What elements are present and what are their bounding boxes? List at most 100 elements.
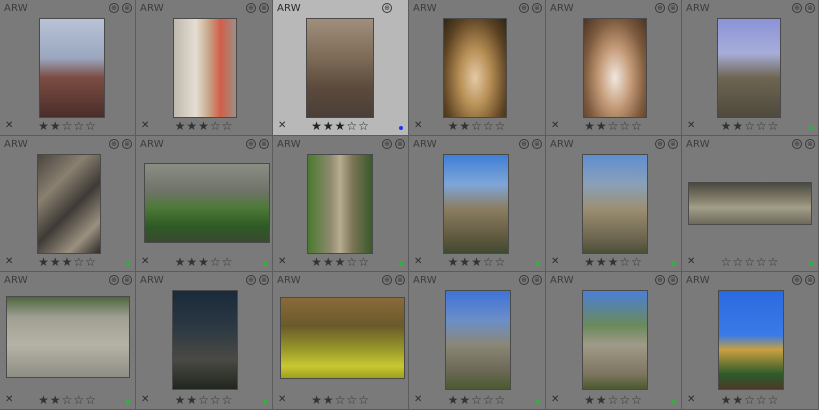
group-icon[interactable]: ⊕ bbox=[246, 275, 256, 285]
star-empty-icon[interactable]: ☆ bbox=[210, 120, 222, 132]
star-filled-icon[interactable]: ★ bbox=[38, 256, 50, 268]
star-filled-icon[interactable]: ★ bbox=[38, 120, 50, 132]
thumbnail-cell[interactable]: ARW ⊕ ⊗ ✕ ★★☆☆☆ bbox=[0, 272, 136, 410]
group-icon[interactable]: ⊕ bbox=[382, 139, 392, 149]
altered-icon[interactable]: ⊗ bbox=[395, 275, 405, 285]
group-icon[interactable]: ⊕ bbox=[519, 139, 529, 149]
star-filled-icon[interactable]: ★ bbox=[175, 394, 187, 406]
star-filled-icon[interactable]: ★ bbox=[38, 394, 50, 406]
star-filled-icon[interactable]: ★ bbox=[323, 120, 335, 132]
star-filled-icon[interactable]: ★ bbox=[335, 120, 347, 132]
star-filled-icon[interactable]: ★ bbox=[186, 256, 198, 268]
thumbnail-cell[interactable]: ARW ⊕ ⊗ ✕ ★★☆☆☆ bbox=[682, 0, 819, 136]
group-icon[interactable]: ⊕ bbox=[792, 139, 802, 149]
star-empty-icon[interactable]: ☆ bbox=[85, 394, 97, 406]
star-empty-icon[interactable]: ☆ bbox=[346, 120, 358, 132]
star-empty-icon[interactable]: ☆ bbox=[210, 256, 222, 268]
star-empty-icon[interactable]: ☆ bbox=[335, 394, 347, 406]
altered-icon[interactable]: ⊗ bbox=[122, 3, 132, 13]
image-thumbnail[interactable] bbox=[37, 154, 101, 254]
group-icon[interactable]: ⊕ bbox=[109, 3, 119, 13]
star-filled-icon[interactable]: ★ bbox=[596, 120, 608, 132]
thumbnail-cell[interactable]: ARW ⊕ ⊗ ✕ ★★★☆☆ bbox=[546, 136, 682, 272]
image-thumbnail[interactable] bbox=[172, 290, 238, 390]
star-filled-icon[interactable]: ★ bbox=[175, 256, 187, 268]
star-rating[interactable]: ★★☆☆☆ bbox=[409, 394, 545, 406]
thumbnail-cell[interactable]: ARW ⊕ ⊗ ✕ ★★★☆☆ bbox=[136, 136, 273, 272]
star-empty-icon[interactable]: ☆ bbox=[619, 394, 631, 406]
altered-icon[interactable]: ⊗ bbox=[395, 139, 405, 149]
star-filled-icon[interactable]: ★ bbox=[584, 394, 596, 406]
star-rating[interactable]: ★★☆☆☆ bbox=[682, 394, 818, 406]
star-rating[interactable]: ★★★☆☆ bbox=[273, 120, 408, 132]
star-rating[interactable]: ★★☆☆☆ bbox=[0, 394, 135, 406]
group-icon[interactable]: ⊕ bbox=[792, 275, 802, 285]
star-empty-icon[interactable]: ☆ bbox=[619, 256, 631, 268]
star-empty-icon[interactable]: ☆ bbox=[222, 256, 234, 268]
star-filled-icon[interactable]: ★ bbox=[198, 120, 210, 132]
star-rating[interactable]: ★★☆☆☆ bbox=[0, 120, 135, 132]
star-empty-icon[interactable]: ☆ bbox=[608, 120, 620, 132]
thumbnail-cell[interactable]: ARW ⊕ ⊗ ✕ ★★☆☆☆ bbox=[409, 0, 546, 136]
group-icon[interactable]: ⊕ bbox=[109, 139, 119, 149]
image-thumbnail[interactable] bbox=[173, 18, 237, 118]
star-empty-icon[interactable]: ☆ bbox=[744, 120, 756, 132]
star-empty-icon[interactable]: ☆ bbox=[483, 394, 495, 406]
group-icon[interactable]: ⊕ bbox=[792, 3, 802, 13]
star-filled-icon[interactable]: ★ bbox=[50, 256, 62, 268]
star-empty-icon[interactable]: ☆ bbox=[744, 256, 756, 268]
star-filled-icon[interactable]: ★ bbox=[608, 256, 620, 268]
star-rating[interactable]: ★★☆☆☆ bbox=[409, 120, 545, 132]
star-empty-icon[interactable]: ☆ bbox=[471, 120, 483, 132]
image-thumbnail[interactable] bbox=[582, 290, 648, 390]
image-thumbnail[interactable] bbox=[688, 182, 812, 225]
star-empty-icon[interactable]: ☆ bbox=[631, 394, 643, 406]
star-filled-icon[interactable]: ★ bbox=[471, 256, 483, 268]
thumbnail-cell[interactable]: ARW ⊕ ⊗ ✕ ★★☆☆☆ bbox=[409, 272, 546, 410]
star-empty-icon[interactable]: ☆ bbox=[62, 120, 74, 132]
group-icon[interactable]: ⊕ bbox=[382, 275, 392, 285]
group-icon[interactable]: ⊕ bbox=[109, 275, 119, 285]
star-filled-icon[interactable]: ★ bbox=[311, 394, 323, 406]
star-empty-icon[interactable]: ☆ bbox=[62, 394, 74, 406]
image-thumbnail[interactable] bbox=[718, 290, 784, 390]
altered-icon[interactable]: ⊗ bbox=[532, 3, 542, 13]
altered-icon[interactable]: ⊗ bbox=[259, 139, 269, 149]
altered-icon[interactable]: ⊗ bbox=[668, 139, 678, 149]
star-filled-icon[interactable]: ★ bbox=[186, 394, 198, 406]
altered-icon[interactable]: ⊗ bbox=[532, 139, 542, 149]
star-filled-icon[interactable]: ★ bbox=[596, 394, 608, 406]
star-filled-icon[interactable]: ★ bbox=[732, 120, 744, 132]
star-empty-icon[interactable]: ☆ bbox=[756, 256, 768, 268]
image-thumbnail[interactable] bbox=[443, 18, 507, 118]
thumbnail-cell[interactable]: ARW ⊕ ⊗ ✕ ★★☆☆☆ bbox=[273, 272, 409, 410]
star-filled-icon[interactable]: ★ bbox=[584, 256, 596, 268]
star-filled-icon[interactable]: ★ bbox=[721, 120, 733, 132]
star-filled-icon[interactable]: ★ bbox=[459, 120, 471, 132]
star-empty-icon[interactable]: ☆ bbox=[495, 394, 507, 406]
altered-icon[interactable]: ⊗ bbox=[805, 3, 815, 13]
star-empty-icon[interactable]: ☆ bbox=[346, 256, 358, 268]
star-empty-icon[interactable]: ☆ bbox=[608, 394, 620, 406]
star-empty-icon[interactable]: ☆ bbox=[619, 120, 631, 132]
thumbnail-cell[interactable]: ARW ⊕ ⊗ ✕ ☆☆☆☆☆ bbox=[682, 136, 819, 272]
star-filled-icon[interactable]: ★ bbox=[596, 256, 608, 268]
thumbnail-cell[interactable]: ARW ⊕ ⊗ ✕ ★★☆☆☆ bbox=[546, 0, 682, 136]
star-empty-icon[interactable]: ☆ bbox=[483, 256, 495, 268]
star-empty-icon[interactable]: ☆ bbox=[483, 120, 495, 132]
star-filled-icon[interactable]: ★ bbox=[448, 120, 460, 132]
star-empty-icon[interactable]: ☆ bbox=[73, 120, 85, 132]
thumbnail-cell[interactable]: ARW ⊕ ⊗ ✕ ★★☆☆☆ bbox=[682, 272, 819, 410]
thumbnail-cell[interactable]: ARW ⊕ ⊗ ✕ ★★★☆☆ bbox=[409, 136, 546, 272]
group-icon[interactable]: ⊕ bbox=[655, 275, 665, 285]
star-filled-icon[interactable]: ★ bbox=[448, 394, 460, 406]
image-thumbnail[interactable] bbox=[717, 18, 781, 118]
group-icon[interactable]: ⊕ bbox=[655, 3, 665, 13]
star-empty-icon[interactable]: ☆ bbox=[85, 120, 97, 132]
star-empty-icon[interactable]: ☆ bbox=[631, 256, 643, 268]
star-filled-icon[interactable]: ★ bbox=[323, 256, 335, 268]
group-icon[interactable]: ⊕ bbox=[519, 3, 529, 13]
star-filled-icon[interactable]: ★ bbox=[584, 120, 596, 132]
star-rating[interactable]: ☆☆☆☆☆ bbox=[682, 256, 818, 268]
star-empty-icon[interactable]: ☆ bbox=[721, 256, 733, 268]
